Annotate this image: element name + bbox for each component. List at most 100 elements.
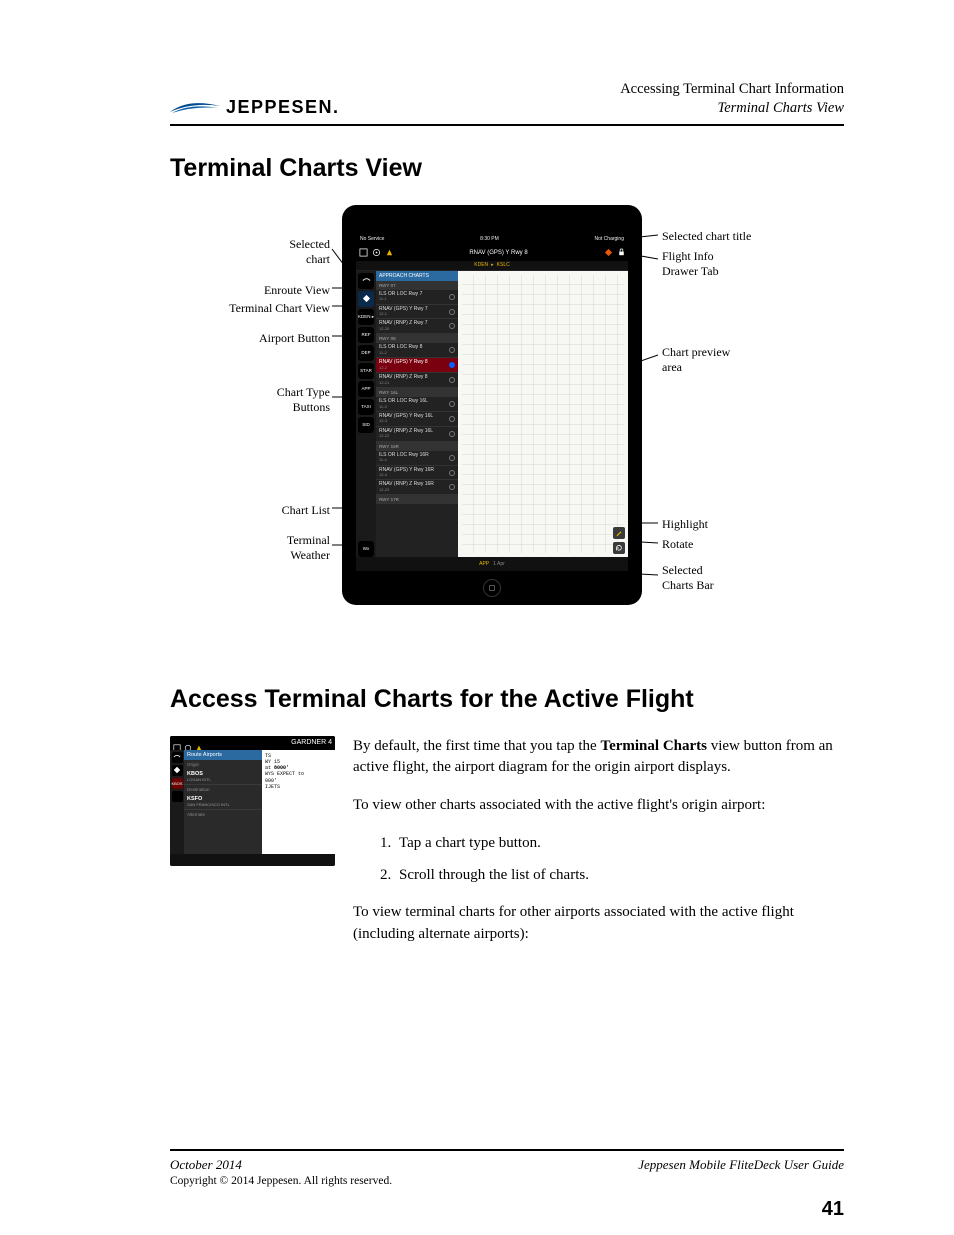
- ipad-home-button[interactable]: [483, 579, 501, 597]
- rotate-button[interactable]: [613, 542, 625, 554]
- chart-list-item[interactable]: RNAV (GPS) Y Rwy 712-1: [376, 305, 458, 320]
- lock-icon[interactable]: [616, 248, 626, 258]
- chart-type-star[interactable]: STAR: [358, 363, 374, 379]
- mini-item-destination: KSFO SAN FRANCISCO INTL: [184, 794, 262, 810]
- callout-selected-charts-bar: SelectedCharts Bar: [662, 563, 714, 593]
- mini-route-airports-list: Route Airports Origin KBOS LOGAN INTL De…: [184, 750, 262, 854]
- bottombar-label: APP: [479, 561, 489, 567]
- chart-list-item[interactable]: RNAV (GPS) Y Rwy 16L12-3: [376, 412, 458, 427]
- chart-type-taxi[interactable]: TAXI: [358, 399, 374, 415]
- footer-date: October 2014: [170, 1157, 242, 1173]
- highlight-button[interactable]: [613, 527, 625, 539]
- chart-list-item[interactable]: RNAV (RNP) Z Rwy 16R12-23: [376, 480, 458, 495]
- callout-rotate: Rotate: [662, 537, 693, 552]
- chart-list-item[interactable]: RNAV (GPS) Y Rwy 812-2: [376, 358, 458, 373]
- chart-list-item[interactable]: RNAV (RNP) Z Rwy 812-21: [376, 373, 458, 388]
- step-1: Tap a chart type button.: [395, 833, 844, 855]
- mini-screenshot: GARDNER 4 KBOS Route Airports Origin KBO…: [170, 736, 335, 866]
- step-2: Scroll through the list of charts.: [395, 865, 844, 887]
- menu-icon[interactable]: [358, 248, 368, 258]
- header-right-block: Accessing Terminal Chart Information Ter…: [620, 80, 844, 118]
- paragraph-1: By default, the first time that you tap …: [353, 736, 844, 780]
- mini-chart-title: GARDNER 4: [203, 739, 332, 746]
- callout-selected-chart-title: Selected chart title: [662, 229, 751, 244]
- callout-enroute-view: Enroute View: [264, 283, 330, 298]
- left-sidebar: KDEN ▸ REF DEP STAR APP TAXI SID Wx: [356, 271, 376, 557]
- settings-icon[interactable]: [371, 248, 381, 258]
- annotated-ipad-figure: Selectedchart Enroute View Terminal Char…: [172, 205, 842, 645]
- settings-icon: [184, 739, 192, 747]
- mini-airport-button: KBOS: [172, 778, 183, 789]
- section-title-access-terminal-charts: Access Terminal Charts for the Active Fl…: [170, 685, 844, 714]
- terminal-weather-button[interactable]: Wx: [358, 541, 374, 557]
- callout-terminal-chart-view: Terminal Chart View: [229, 301, 330, 316]
- callout-selected-chart: Selectedchart: [289, 237, 330, 267]
- jeppesen-logo: JEPPESEN.: [170, 97, 340, 118]
- callout-chart-preview-area: Chart previewarea: [662, 345, 730, 375]
- chart-type-sid[interactable]: SID: [358, 417, 374, 433]
- status-bar: No Service 8:30 PM Not Charging: [356, 233, 628, 245]
- status-left: No Service: [360, 236, 384, 242]
- chart-list-item[interactable]: RNAV (GPS) Y Rwy 16R12-4: [376, 466, 458, 481]
- mini-group-destination: Destination: [184, 785, 262, 794]
- callout-highlight: Highlight: [662, 517, 708, 532]
- mini-item-origin: KBOS LOGAN INTL: [184, 769, 262, 785]
- page-number: 41: [822, 1198, 844, 1221]
- route-breadcrumb[interactable]: KDEN ▸ KSLC: [356, 261, 628, 271]
- steps-list: Tap a chart type button. Scroll through …: [395, 833, 844, 887]
- header-chapter: Accessing Terminal Chart Information: [620, 80, 844, 99]
- paragraph-2: To view other charts associated with the…: [353, 795, 844, 817]
- logo-swoosh-icon: [170, 100, 220, 114]
- page-header: JEPPESEN. Accessing Terminal Chart Infor…: [170, 80, 844, 126]
- mini-footer: [170, 854, 335, 866]
- body-text: By default, the first time that you tap …: [353, 736, 844, 962]
- chart-list-item[interactable]: ILS OR LOC Rwy 16R11-4: [376, 451, 458, 466]
- fuel-icon: [195, 739, 203, 747]
- fuel-icon[interactable]: [384, 248, 394, 258]
- flight-info-drawer-tab[interactable]: [603, 248, 613, 258]
- ipad-screen: No Service 8:30 PM Not Charging RNAV (GP…: [356, 233, 628, 571]
- section-title-terminal-charts-view: Terminal Charts View: [170, 154, 844, 183]
- terminal-chart-view-button[interactable]: [358, 291, 374, 307]
- mini-group-alternate: Alternate: [184, 810, 262, 819]
- footer-guide-title: Jeppesen Mobile FliteDeck User Guide: [638, 1157, 844, 1173]
- chart-list-item[interactable]: ILS OR LOC Rwy 811-2: [376, 343, 458, 358]
- mini-group-origin: Origin: [184, 760, 262, 769]
- chart-type-ref[interactable]: REF: [358, 327, 374, 343]
- status-right: Not Charging: [595, 236, 624, 242]
- bottombar-sub: 1 Apr: [493, 561, 505, 567]
- terminal-charts-bold: Terminal Charts: [600, 738, 707, 754]
- chart-type-app[interactable]: APP: [358, 381, 374, 397]
- paragraph-3: To view terminal charts for other airpor…: [353, 902, 844, 946]
- airport-button[interactable]: KDEN ▸: [358, 309, 374, 325]
- mini-chart-text: TSWY 15at 8000'WYS EXPECT to000'IJETS: [262, 750, 335, 854]
- chart-list-item[interactable]: ILS OR LOC Rwy 16L11-3: [376, 397, 458, 412]
- callout-chart-type-buttons: Chart TypeButtons: [277, 385, 330, 415]
- chart-type-dep[interactable]: DEP: [358, 345, 374, 361]
- mini-list-header: Route Airports: [184, 750, 262, 760]
- selected-charts-bar[interactable]: APP 1 Apr: [356, 557, 628, 571]
- chart-list-item[interactable]: RNAV (RNP) Z Rwy 712-20: [376, 319, 458, 334]
- app-top-bar: RNAV (GPS) Y Rwy 8: [356, 245, 628, 261]
- mini-enroute-icon: [172, 752, 183, 763]
- enroute-view-button[interactable]: [358, 273, 374, 289]
- breadcrumb-origin: KDEN: [474, 262, 488, 268]
- menu-icon: [173, 739, 181, 747]
- callout-chart-list: Chart List: [282, 503, 330, 518]
- chart-list[interactable]: APPROACH CHARTSRWY 07ILS OR LOC Rwy 711-…: [376, 271, 458, 557]
- selected-chart-title: RNAV (GPS) Y Rwy 8: [396, 250, 601, 256]
- ipad-device-frame: No Service 8:30 PM Not Charging RNAV (GP…: [342, 205, 642, 605]
- callout-flight-info-drawer-tab: Flight InfoDrawer Tab: [662, 249, 719, 279]
- chart-list-item[interactable]: ILS OR LOC Rwy 711-1: [376, 290, 458, 305]
- header-section: Terminal Charts View: [620, 99, 844, 118]
- breadcrumb-dest: KSLC: [497, 262, 510, 268]
- page-footer: October 2014 Jeppesen Mobile FliteDeck U…: [170, 1149, 844, 1187]
- mini-terminal-icon: [172, 765, 183, 776]
- chart-list-item[interactable]: RNAV (RNP) Z Rwy 16L12-22: [376, 427, 458, 442]
- footer-copyright: Copyright © 2014 Jeppesen. All rights re…: [170, 1175, 844, 1187]
- logo-text: JEPPESEN.: [226, 97, 340, 118]
- callout-terminal-weather: TerminalWeather: [287, 533, 330, 563]
- callout-airport-button: Airport Button: [259, 331, 330, 346]
- chart-preview-area[interactable]: [458, 271, 628, 557]
- status-time: 8:30 PM: [480, 236, 499, 242]
